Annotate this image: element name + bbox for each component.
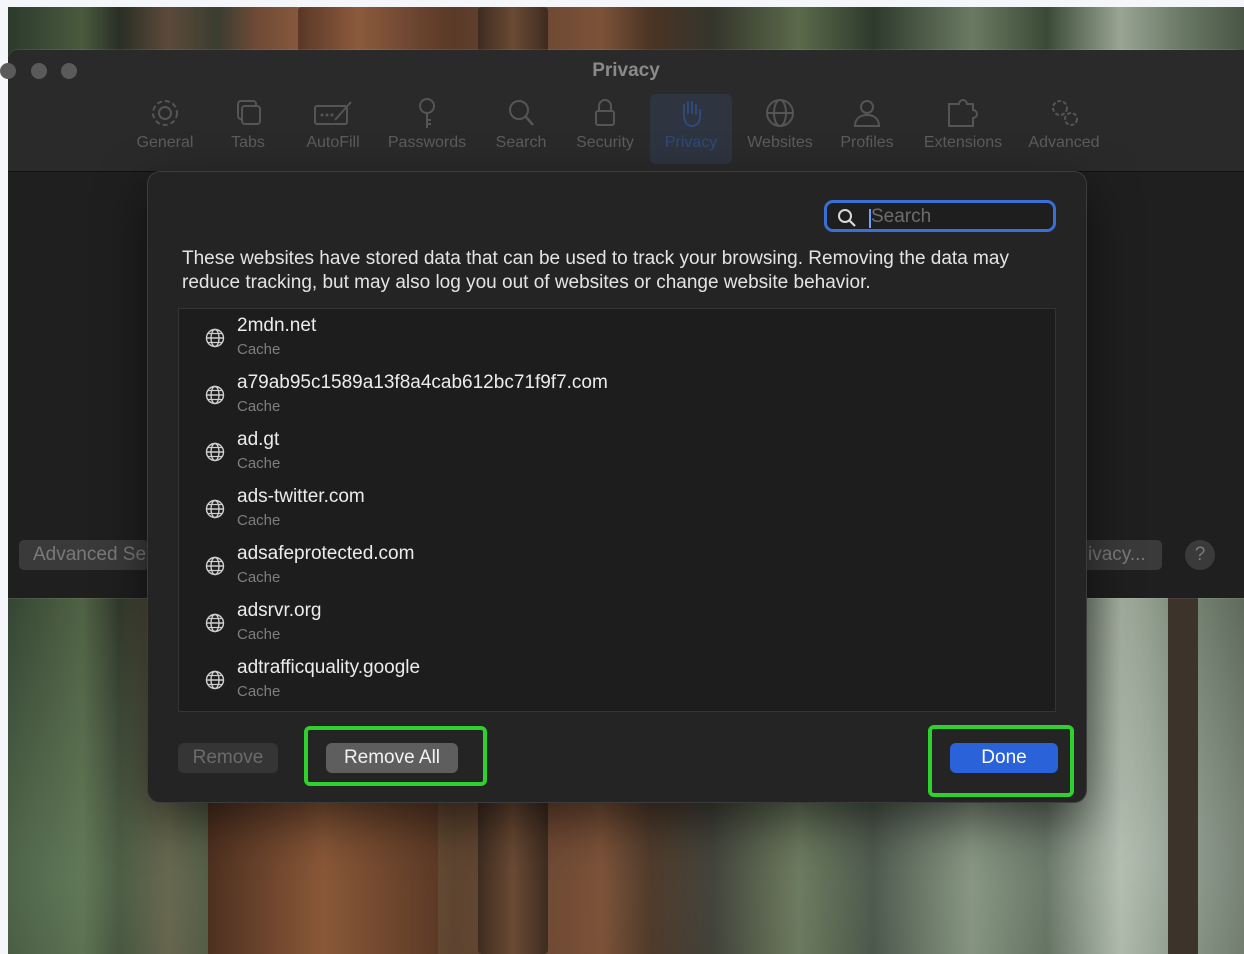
list-item[interactable]: adsafeprotected.com Cache [179,537,1055,594]
search-field[interactable] [824,200,1056,232]
autofill-icon [314,101,352,125]
window-title: Privacy [592,60,660,81]
remove-button[interactable]: Remove [178,743,278,773]
tab-label: Extensions [923,134,1003,151]
tab-tabs[interactable]: Tabs [222,94,274,164]
website-name: ad.gt [237,429,280,450]
help-button[interactable]: ? [1185,540,1215,570]
tab-label: Advanced [1028,134,1100,151]
tab-label: General [136,134,194,151]
tracking-description: These websites have stored data that can… [182,248,1009,293]
data-type: Cache [237,569,281,586]
tab-general[interactable]: General [132,94,198,164]
data-type: Cache [237,512,281,529]
website-data-list[interactable]: 2mdn.net Cache a79ab95c1589a13f8a4cab612… [178,308,1056,712]
globe-icon [205,385,225,405]
tab-autofill[interactable]: AutoFill [298,94,368,164]
tabs-icon [237,100,261,125]
data-type: Cache [237,683,281,700]
remove-all-button[interactable]: Remove All [326,743,458,773]
globe-icon [205,442,225,462]
manage-privacy-button[interactable]: ivacy... [1080,540,1162,570]
list-item[interactable]: a79ab95c1589a13f8a4cab612bc71f9f7.com Ca… [179,366,1055,423]
tab-label: Websites [747,134,813,151]
list-item[interactable]: adtrafficquality.google Cache [179,651,1055,708]
list-item[interactable]: adsrvr.org Cache [179,594,1055,651]
globe-icon [205,556,225,576]
tab-label: Profiles [840,134,894,151]
data-type: Cache [237,341,281,358]
gear-icon [152,100,178,126]
tab-privacy[interactable]: Privacy [650,94,732,164]
search-icon [838,209,856,227]
lock-icon [595,99,615,126]
globe-icon [205,499,225,519]
tab-label: Passwords [387,134,467,151]
settings-toolbar: Privacy General Tabs AutoFill Passwords … [0,50,1244,172]
website-name: adtrafficquality.google [237,657,421,678]
advanced-settings-button[interactable]: Advanced Se [19,540,149,570]
globe-icon [205,670,225,690]
tree-trunk [1168,567,1198,954]
website-name: a79ab95c1589a13f8a4cab612bc71f9f7.com [237,372,608,393]
gears-icon [1052,100,1078,126]
data-type: Cache [237,626,281,643]
website-name: ads-twitter.com [237,486,365,507]
list-item[interactable]: 2mdn.net Cache [179,309,1055,366]
website-name: 2mdn.net [237,315,317,336]
website-data-sheet: These websites have stored data that can… [148,172,1086,802]
search-input[interactable] [871,206,1041,228]
list-item[interactable]: ad.gt Cache [179,423,1055,480]
tab-websites[interactable]: Websites [742,94,818,164]
website-name: adsrvr.org [237,600,322,621]
tab-profiles[interactable]: Profiles [836,94,898,164]
list-item[interactable]: ads-twitter.com Cache [179,480,1055,537]
globe-icon [205,328,225,348]
done-button[interactable]: Done [950,743,1058,773]
tab-label: Privacy [664,134,718,151]
data-type: Cache [237,398,281,415]
puzzle-icon [948,99,978,127]
website-name: adsafeprotected.com [237,543,415,564]
data-type: Cache [237,455,281,472]
tab-label: Tabs [231,134,265,151]
hand-icon [683,101,701,128]
key-icon [419,98,435,128]
tab-search[interactable]: Search [492,94,550,164]
tab-label: Security [576,134,634,151]
person-icon [853,100,881,127]
tab-extensions[interactable]: Extensions [918,94,1008,164]
tab-advanced[interactable]: Advanced [1024,94,1104,164]
tab-security[interactable]: Security [572,94,638,164]
tab-label: AutoFill [306,134,360,151]
globe-icon [766,99,794,127]
tab-passwords[interactable]: Passwords [384,94,470,164]
search-icon [509,100,534,126]
tab-label: Search [495,134,547,151]
globe-icon [205,613,225,633]
